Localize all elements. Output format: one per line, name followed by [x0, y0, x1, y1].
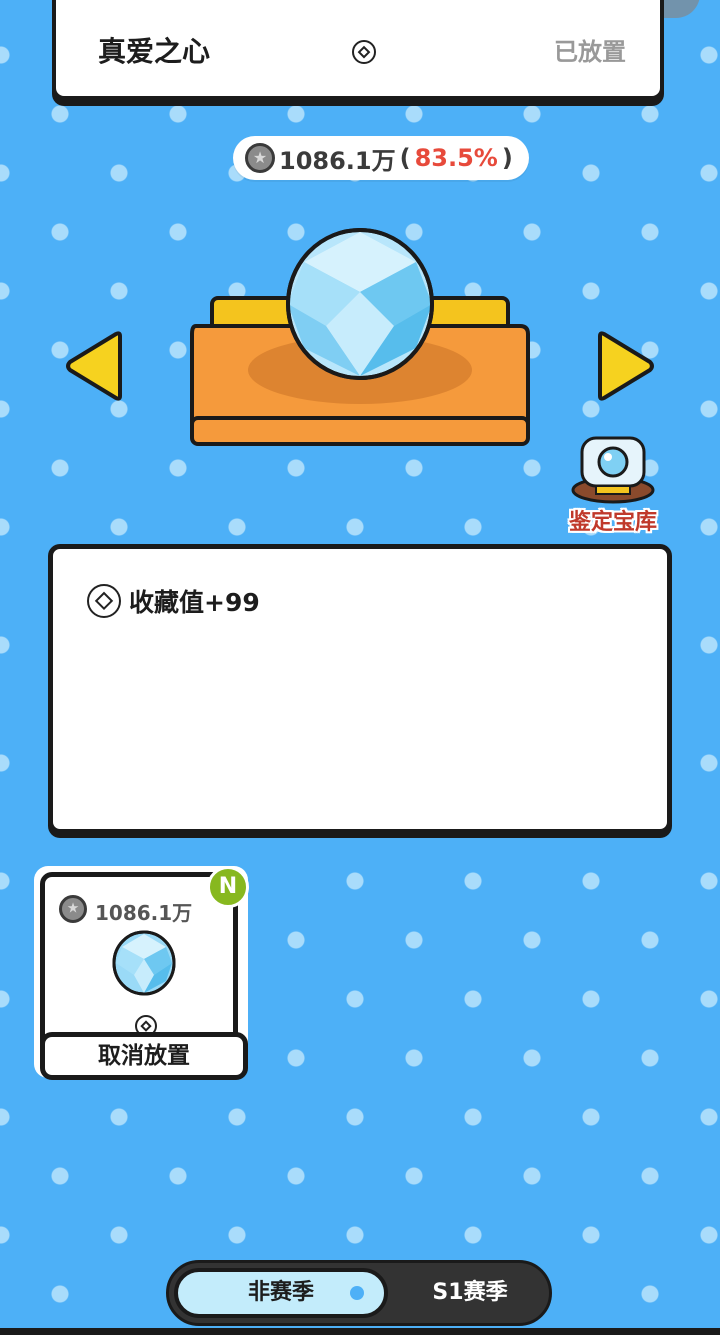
coin-icon [59, 895, 87, 923]
collection-ring-icon [352, 40, 376, 64]
appraisal-vault-button[interactable]: 鉴定宝库 [558, 432, 668, 542]
tab-s1-season[interactable]: S1赛季 [391, 1263, 549, 1323]
value-pill: 1086.1万(83.5%) [233, 136, 529, 180]
cancel-placement-button[interactable]: 取消放置 [40, 1032, 248, 1080]
bottom-edge [0, 1328, 720, 1335]
active-dot-icon [350, 1286, 364, 1300]
value-paren-open: ( [399, 144, 411, 172]
collection-value-text: 收藏值+99 [129, 588, 260, 617]
placed-status: 已放置 [554, 38, 626, 66]
vault-label: 鉴定宝库 [568, 510, 657, 535]
item-header-card: 真爱之心 已放置 [52, 0, 664, 100]
coin-icon [245, 143, 275, 173]
vault-icon [571, 436, 655, 504]
item-price: 1086.1万 [95, 901, 193, 925]
item-title: 真爱之心 [98, 35, 211, 68]
tab-off-season-label: 非赛季 [247, 1280, 314, 1305]
item-slot-frame: 1086.1万 取消放置 [40, 872, 248, 1080]
arrow-left-icon[interactable] [62, 330, 128, 402]
new-badge: N [207, 866, 249, 908]
collection-value-row: 收藏值+99 [87, 583, 260, 619]
value-paren-close: ) [501, 144, 513, 172]
diamond-gem-icon [112, 930, 176, 996]
gem-display-stand [190, 228, 530, 446]
arrow-right-icon[interactable] [592, 330, 658, 402]
tab-off-season[interactable]: 非赛季 [174, 1268, 388, 1318]
description-card: 收藏值+99 [48, 544, 672, 834]
season-toggle[interactable]: 非赛季 S1赛季 [166, 1260, 552, 1326]
value-amount: 1086.1万 [279, 146, 396, 175]
collection-ring-icon [87, 584, 121, 618]
value-percent: 83.5% [414, 144, 498, 172]
diamond-gem-icon [286, 228, 434, 380]
